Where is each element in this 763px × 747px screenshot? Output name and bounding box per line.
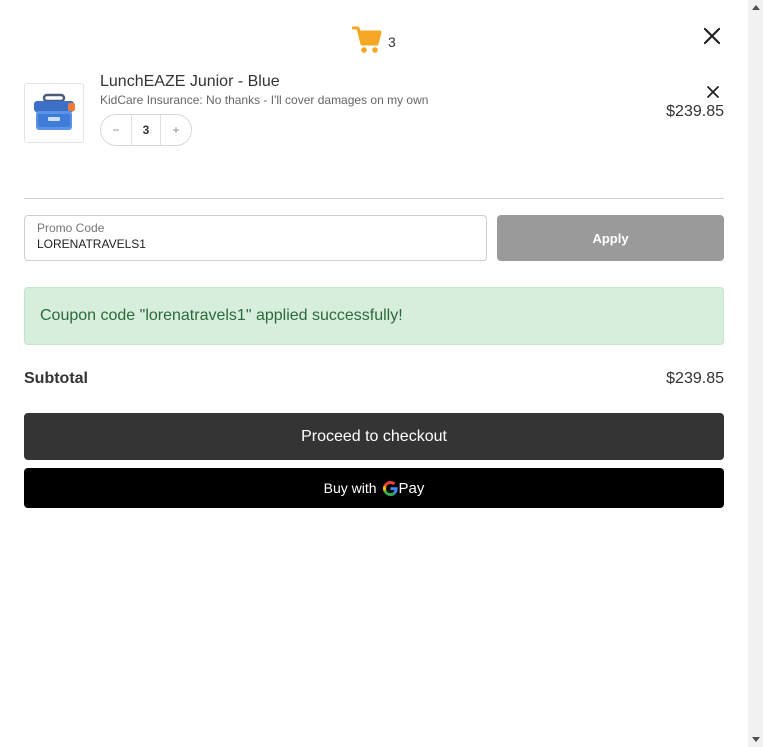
promo-code-field[interactable]: Promo Code	[24, 215, 487, 261]
scroll-up-icon[interactable]	[748, 0, 763, 15]
quantity-stepper: − 3 +	[100, 114, 192, 146]
decrease-quantity-button[interactable]: −	[101, 115, 131, 145]
product-thumbnail[interactable]	[24, 83, 84, 143]
checkout-button[interactable]: Proceed to checkout	[24, 413, 724, 460]
scroll-down-icon[interactable]	[748, 732, 763, 747]
promo-code-label: Promo Code	[37, 221, 105, 235]
divider	[24, 198, 724, 199]
cart-drawer: 3 LunchEAZE Junior - Blue KidCare Insura…	[0, 0, 748, 747]
scrollbar[interactable]	[748, 0, 763, 747]
quantity-value[interactable]: 3	[131, 115, 161, 145]
increase-quantity-button[interactable]: +	[161, 115, 191, 145]
google-g-icon	[382, 480, 398, 496]
remove-item-icon[interactable]	[706, 85, 720, 99]
cart-header: 3	[352, 24, 396, 56]
apply-button[interactable]: Apply	[497, 215, 724, 261]
product-variant: KidCare Insurance: No thanks - I'll cove…	[100, 93, 429, 107]
shopping-cart-icon	[352, 26, 382, 53]
gpay-prefix: Buy with	[323, 480, 377, 496]
gpay-pay-label: Pay	[398, 479, 425, 497]
lunchbox-image	[34, 93, 75, 130]
coupon-success-message: Coupon code "lorenatravels1" applied suc…	[24, 287, 724, 345]
promo-code-input[interactable]	[37, 237, 474, 251]
subtotal-label: Subtotal	[24, 370, 88, 387]
cart-count: 3	[388, 34, 396, 50]
product-title[interactable]: LunchEAZE Junior - Blue	[100, 73, 280, 91]
close-icon[interactable]	[700, 24, 724, 48]
product-price: $239.85	[666, 103, 724, 120]
subtotal-value: $239.85	[666, 370, 724, 387]
google-pay-button[interactable]: Buy with Pay	[24, 468, 724, 508]
